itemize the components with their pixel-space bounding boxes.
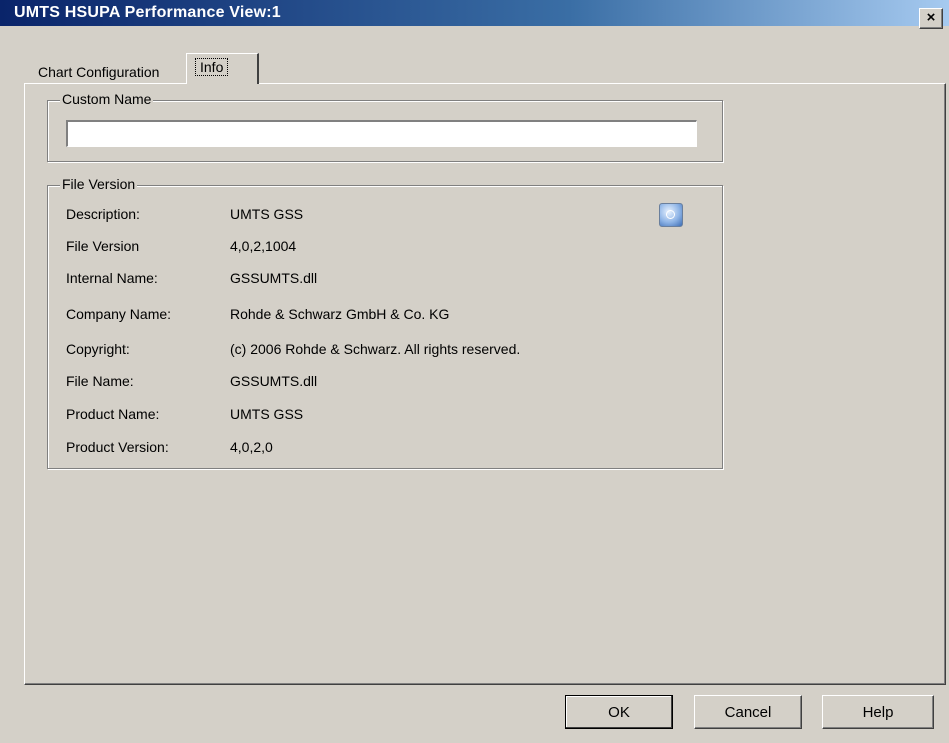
cancel-button[interactable]: Cancel: [694, 695, 802, 729]
info-value: GSSUMTS.dll: [230, 373, 318, 389]
window-title: UMTS HSUPA Performance View:1: [14, 4, 281, 21]
close-button[interactable]: ×: [919, 8, 943, 29]
info-value: GSSUMTS.dll: [230, 270, 318, 286]
custom-name-group: Custom Name: [47, 91, 723, 162]
info-value: UMTS GSS: [230, 406, 304, 422]
ok-button[interactable]: OK: [565, 695, 673, 729]
info-value: 4,0,2,0: [230, 439, 273, 455]
info-value: (c) 2006 Rohde & Schwarz. All rights res…: [230, 341, 521, 357]
tab-label: Chart Configuration: [38, 64, 160, 80]
info-label: File Name:: [66, 373, 134, 389]
info-value: 4,0,2,1004: [230, 238, 297, 254]
custom-name-legend: Custom Name: [60, 91, 154, 107]
help-button[interactable]: Help: [822, 695, 934, 729]
close-icon: ×: [926, 9, 936, 26]
info-label: Product Name:: [66, 406, 160, 422]
info-value: UMTS GSS: [230, 206, 304, 222]
title-bar[interactable]: UMTS HSUPA Performance View:1 ×: [0, 0, 949, 29]
file-version-legend: File Version: [60, 176, 138, 192]
info-label: Copyright:: [66, 341, 130, 357]
info-icon: [659, 203, 683, 227]
custom-name-input[interactable]: [66, 120, 697, 147]
info-label: Product Version:: [66, 439, 169, 455]
info-label: File Version: [66, 238, 140, 254]
info-label: Internal Name:: [66, 270, 158, 286]
info-value: Rohde & Schwarz GmbH & Co. KG: [230, 306, 450, 322]
info-label: Company Name:: [66, 306, 172, 322]
file-version-group: File Version Description: UMTS GSS File …: [47, 176, 723, 469]
info-label: Description:: [66, 206, 140, 222]
tab-label: Info: [195, 58, 229, 76]
tab-chart-configuration[interactable]: Chart Configuration: [32, 58, 166, 84]
tab-info[interactable]: Info: [186, 53, 259, 84]
